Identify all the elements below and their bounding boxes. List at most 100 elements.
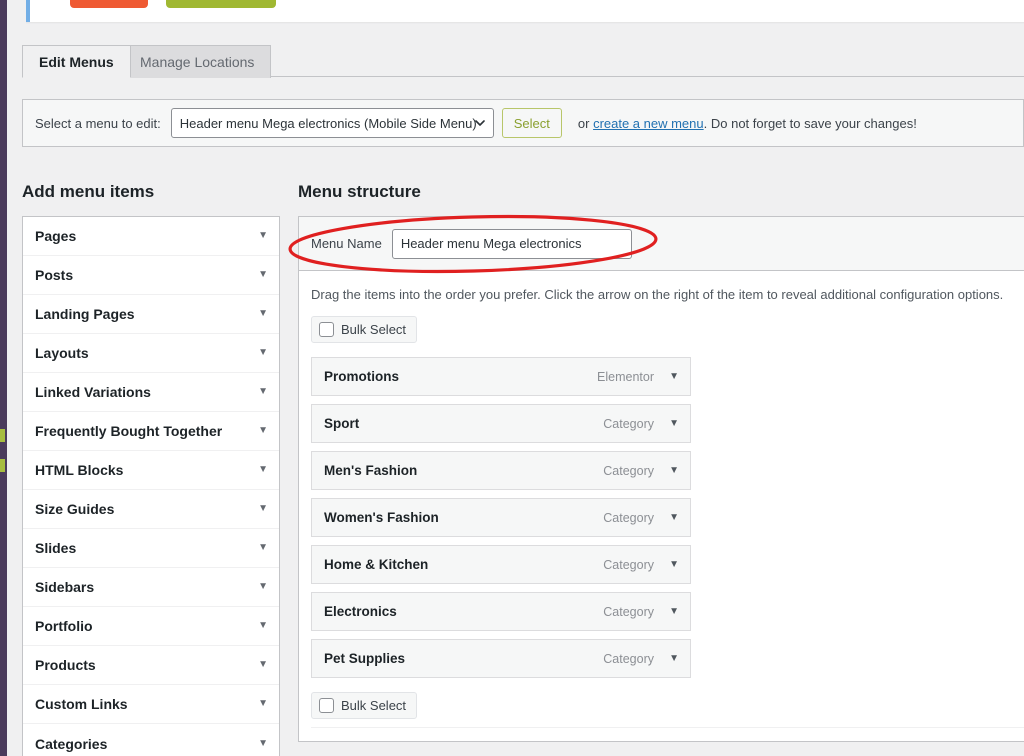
help-suffix: . Do not forget to save your changes! (703, 115, 917, 131)
chevron-down-icon[interactable]: ▼ (258, 699, 268, 709)
accordion-row[interactable]: Sidebars ▼ (23, 568, 279, 607)
accordion-row[interactable]: Pages ▼ (23, 217, 279, 256)
menu-item-row[interactable]: Home & Kitchen Category ▼ (311, 545, 691, 584)
notice-bar-shadow (26, 22, 1024, 24)
tab-edit-menus[interactable]: Edit Menus (22, 45, 131, 78)
notice-primary-button[interactable] (70, 0, 148, 8)
menu-item-row[interactable]: Electronics Category ▼ (311, 592, 691, 631)
accordion-row-label: Posts (35, 267, 74, 283)
chevron-down-icon[interactable]: ▼ (669, 653, 679, 664)
menu-name-row: Menu Name (299, 217, 1024, 271)
chevron-down-icon[interactable]: ▼ (669, 559, 679, 570)
accordion-row[interactable]: Slides ▼ (23, 529, 279, 568)
chevron-down-icon[interactable]: ▼ (258, 231, 268, 241)
accordion-row[interactable]: Linked Variations ▼ (23, 373, 279, 412)
chevron-down-icon[interactable]: ▼ (258, 387, 268, 397)
menu-item-row[interactable]: Pet Supplies Category ▼ (311, 639, 691, 678)
accordion-row-label: Linked Variations (35, 384, 151, 400)
admin-rail-accent-lower (0, 459, 5, 472)
accordion-row[interactable]: Layouts ▼ (23, 334, 279, 373)
accordion-row-label: Size Guides (35, 501, 115, 517)
chevron-down-icon[interactable]: ▼ (258, 543, 268, 553)
wp-menus-screen: Edit Menus Manage Locations Select a men… (0, 0, 1024, 756)
accordion-row-label: Layouts (35, 345, 89, 361)
tab-edit-menus-label: Edit Menus (39, 53, 114, 70)
chevron-down-icon[interactable]: ▼ (258, 465, 268, 475)
menu-item-title: Pet Supplies (324, 651, 406, 666)
accordion-row[interactable]: Size Guides ▼ (23, 490, 279, 529)
select-menu-button[interactable]: Select (501, 108, 562, 138)
chevron-down-icon[interactable]: ▼ (258, 309, 268, 319)
menu-item-title: Sport (324, 416, 360, 431)
create-new-menu-link[interactable]: create a new menu (593, 116, 704, 131)
accordion-row-label: Slides (35, 540, 77, 556)
chevron-down-icon[interactable]: ▼ (669, 512, 679, 523)
chevron-down-icon[interactable]: ▼ (258, 621, 268, 631)
menu-item-type: Category (603, 651, 654, 666)
bulk-select-top-checkbox[interactable] (319, 322, 334, 337)
menu-item-type: Category (603, 416, 654, 431)
chevron-down-icon[interactable]: ▼ (669, 465, 679, 476)
menu-items-list: Promotions Elementor ▼ Sport Category ▼ Men's … (311, 357, 691, 678)
accordion-row[interactable]: Posts ▼ (23, 256, 279, 295)
chevron-down-icon[interactable]: ▼ (669, 418, 679, 429)
accordion-row[interactable]: Portfolio ▼ (23, 607, 279, 646)
chevron-down-icon[interactable]: ▼ (669, 606, 679, 617)
chevron-down-icon[interactable]: ▼ (258, 270, 268, 280)
drag-hint-text: Drag the items into the order you prefer… (311, 287, 1004, 302)
menu-item-type: Category (603, 463, 654, 478)
help-prefix: or (577, 115, 594, 131)
accordion-row-label: Products (35, 657, 96, 673)
chevron-down-icon[interactable]: ▼ (258, 660, 268, 670)
nav-tabs: Edit Menus Manage Locations (22, 45, 1024, 78)
accordion-row[interactable]: HTML Blocks ▼ (23, 451, 279, 490)
menu-name-input[interactable] (391, 228, 632, 259)
accordion-row[interactable]: Categories ▼ (23, 724, 279, 756)
bulk-select-bottom[interactable]: Bulk Select (311, 692, 418, 719)
accordion-row[interactable]: Custom Links ▼ (23, 685, 279, 724)
bulk-select-bottom-checkbox[interactable] (319, 698, 334, 713)
add-menu-items-heading: Add menu items (22, 182, 155, 201)
menu-item-row[interactable]: Women's Fashion Category ▼ (311, 498, 691, 537)
menu-item-title: Women's Fashion (324, 510, 439, 525)
notice-secondary-button[interactable] (166, 0, 276, 8)
chevron-down-icon[interactable]: ▼ (258, 582, 268, 592)
menu-structure-panel: Menu Name Drag the items into the order … (298, 216, 1024, 742)
menu-item-row[interactable]: Sport Category ▼ (311, 404, 691, 443)
chevron-down-icon[interactable]: ▼ (258, 504, 268, 514)
chevron-down-icon[interactable]: ▼ (258, 426, 268, 436)
bulk-select-bottom-label: Bulk Select (341, 698, 407, 713)
accordion-row-label: Portfolio (35, 618, 93, 634)
add-menu-items-accordion: Pages ▼ Posts ▼ Landing Pages ▼ Layouts ▼ Linked… (22, 216, 280, 756)
chevron-down-icon[interactable]: ▼ (258, 738, 268, 749)
menu-item-row[interactable]: Men's Fashion Category ▼ (311, 451, 691, 490)
tab-manage-locations[interactable]: Manage Locations (123, 45, 272, 78)
panel-divider (311, 727, 1024, 728)
chevron-down-icon[interactable]: ▼ (669, 371, 679, 382)
accordion-row[interactable]: Landing Pages ▼ (23, 295, 279, 334)
menu-item-type: Category (603, 557, 654, 572)
accordion-row[interactable]: Products ▼ (23, 646, 279, 685)
menu-item-row[interactable]: Promotions Elementor ▼ (311, 357, 691, 396)
bulk-select-top[interactable]: Bulk Select (311, 316, 418, 343)
menu-item-title: Electronics (324, 604, 397, 619)
menu-select-help-text: or create a new menu. Do not forget to s… (578, 116, 917, 131)
select-menu-button-label: Select (513, 115, 550, 131)
menu-item-title: Home & Kitchen (324, 557, 429, 572)
menu-item-title: Men's Fashion (324, 463, 418, 478)
menu-item-type: Category (603, 510, 654, 525)
accordion-row-label: Categories (35, 735, 108, 752)
accordion-row[interactable]: Frequently Bought Together ▼ (23, 412, 279, 451)
accordion-row-label: Landing Pages (35, 306, 135, 322)
menu-structure-heading: Menu structure (298, 182, 421, 201)
menu-select-dropdown[interactable]: Header menu Mega electronics (Mobile Sid… (170, 108, 494, 138)
admin-sidebar-rail (0, 0, 7, 756)
admin-rail-accent-upper (0, 429, 5, 442)
menu-item-type: Elementor (597, 369, 654, 384)
accordion-row-label: Pages (35, 228, 77, 244)
menu-select-bar: Select a menu to edit: Header menu Mega … (22, 99, 1024, 147)
menu-item-title: Promotions (324, 369, 400, 384)
admin-notice-bar (26, 0, 1024, 22)
accordion-row-label: Sidebars (35, 579, 95, 595)
chevron-down-icon[interactable]: ▼ (258, 348, 268, 358)
